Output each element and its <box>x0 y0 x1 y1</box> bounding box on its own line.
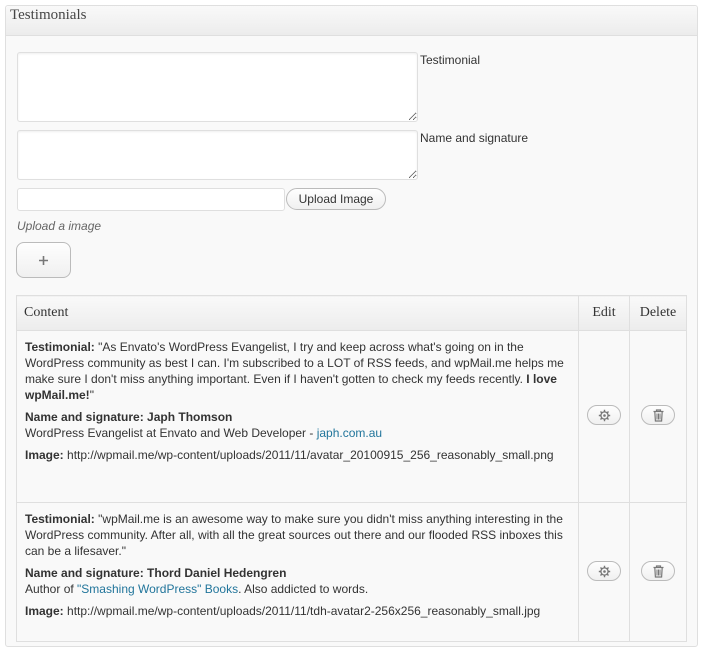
table-header-row: Content Edit Delete <box>16 295 687 331</box>
trash-icon <box>653 409 664 422</box>
testimonial-line: Testimonial: "As Envato's WordPress Evan… <box>25 339 570 403</box>
image-url: http://wpmail.me/wp-content/uploads/2011… <box>67 448 554 462</box>
content-cell: Testimonial: "As Envato's WordPress Evan… <box>16 330 579 503</box>
delete-cell <box>629 502 687 642</box>
signature-text: Author of <box>25 582 74 596</box>
edit-button[interactable] <box>587 405 621 425</box>
signature-link[interactable]: "Smashing WordPress" Books <box>77 582 238 596</box>
name-signature-textarea[interactable] <box>17 130 418 180</box>
delete-cell <box>629 330 687 503</box>
signature-text: WordPress Evangelist at Envato and Web D… <box>25 426 314 440</box>
name-key: Name and signature: <box>25 566 144 580</box>
testimonial-key: Testimonial: <box>25 340 95 354</box>
edit-button[interactable] <box>587 560 621 581</box>
panel-header <box>6 6 697 36</box>
image-url-input[interactable] <box>17 188 285 211</box>
table-row: Testimonial: "wpMail.me is an awesome wa… <box>16 502 687 642</box>
signature-after: . Also addicted to words. <box>238 582 369 596</box>
table-row: Testimonial: "As Envato's WordPress Evan… <box>16 330 687 503</box>
edit-cell <box>578 330 630 503</box>
signature-block: Name and signature: Thord Daniel Hedengr… <box>25 565 570 597</box>
edit-cell <box>578 502 630 642</box>
testimonials-table: Content Edit Delete Testimonial: "As Env… <box>16 295 687 642</box>
delete-button[interactable] <box>641 405 675 425</box>
plus-icon <box>39 256 48 265</box>
name-signature-label: Name and signature <box>420 131 529 145</box>
column-header-content: Content <box>16 295 579 331</box>
name-value: Thord Daniel Hedengren <box>147 566 287 580</box>
testimonial-textarea[interactable] <box>17 52 418 122</box>
name-value: Japh Thomson <box>147 410 233 424</box>
trash-icon <box>653 564 664 578</box>
signature-link[interactable]: japh.com.au <box>317 426 382 440</box>
upload-hint: Upload a image <box>17 219 102 233</box>
image-url: http://wpmail.me/wp-content/uploads/2011… <box>67 604 541 618</box>
image-line: Image: http://wpmail.me/wp-content/uploa… <box>25 603 570 619</box>
column-header-edit: Edit <box>578 295 630 331</box>
image-key: Image: <box>25 604 64 618</box>
testimonial-key: Testimonial: <box>25 512 95 526</box>
column-header-delete: Delete <box>629 295 687 331</box>
testimonial-text: "As Envato's WordPress Evangelist, I try… <box>25 340 564 386</box>
testimonial-label: Testimonial <box>420 53 481 67</box>
signature-block: Name and signature: Japh Thomson WordPre… <box>25 409 570 441</box>
testimonial-line: Testimonial: "wpMail.me is an awesome wa… <box>25 511 570 559</box>
upload-image-button[interactable]: Upload Image <box>286 188 386 210</box>
gear-icon <box>598 565 611 577</box>
add-testimonial-button[interactable] <box>16 242 71 278</box>
panel-title: Testimonials <box>10 7 87 23</box>
content-cell: Testimonial: "wpMail.me is an awesome wa… <box>16 502 579 642</box>
gear-icon <box>598 409 611 422</box>
delete-button[interactable] <box>641 560 675 581</box>
image-line: Image: http://wpmail.me/wp-content/uploa… <box>25 447 570 463</box>
name-key: Name and signature: <box>25 410 144 424</box>
image-key: Image: <box>25 448 64 462</box>
testimonial-end: " <box>89 388 94 402</box>
testimonial-text: "wpMail.me is an awesome way to make sur… <box>25 512 563 558</box>
